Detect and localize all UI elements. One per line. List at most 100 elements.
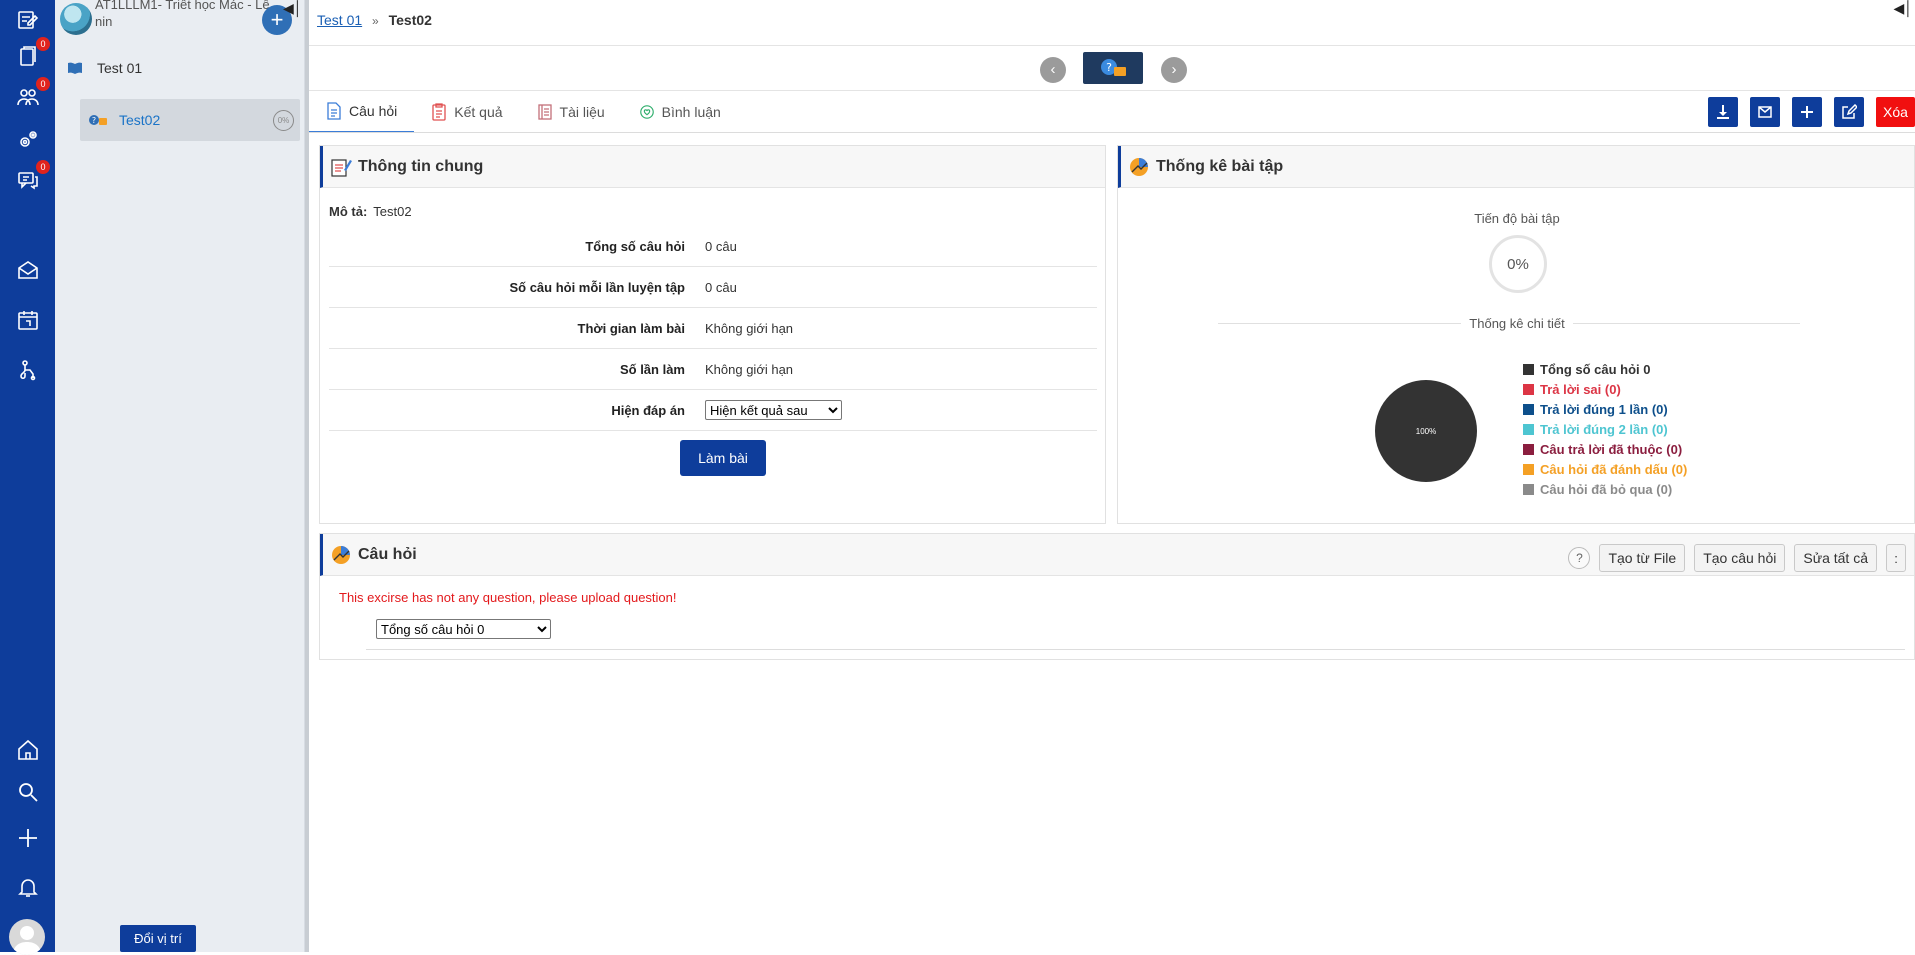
rail-exercises-button[interactable]: 0	[0, 37, 55, 77]
info-label: Thời gian làm bài	[577, 320, 685, 336]
create-question-button[interactable]: Tạo câu hỏi	[1694, 544, 1786, 572]
rail-settings-button[interactable]	[0, 120, 55, 160]
info-label: Hiện đáp án	[611, 402, 685, 418]
legend-item[interactable]: Câu hỏi đã đánh dấu (0)	[1523, 459, 1687, 479]
legend-label: Câu hỏi đã bỏ qua (0)	[1540, 481, 1673, 497]
book-icon	[537, 104, 552, 120]
mail-icon	[17, 261, 38, 279]
delete-button[interactable]: Xóa	[1876, 97, 1915, 127]
tab-label: Kết quả	[454, 104, 503, 120]
rail-medical-button[interactable]	[0, 350, 55, 390]
chat-icon	[17, 172, 38, 190]
rail-messages-button[interactable]: 0	[0, 160, 55, 200]
tab-label: Tài liệu	[559, 104, 605, 120]
show-answers-select[interactable]: Hiện kết quả sau	[705, 400, 842, 420]
user-avatar[interactable]	[9, 919, 45, 955]
edit-all-button[interactable]: Sửa tất cả	[1794, 544, 1877, 572]
more-options-button[interactable]: :	[1886, 544, 1906, 572]
expand-panel-icon[interactable]: ◀│	[1893, 0, 1913, 17]
legend-item[interactable]: Trả lời đúng 2 lần (0)	[1523, 419, 1687, 439]
tab-label: Bình luận	[661, 104, 721, 120]
icon-rail: 0 0 0	[0, 0, 55, 955]
create-from-file-button[interactable]: Tạo từ File	[1599, 544, 1686, 572]
collapse-sidebar-icon[interactable]: ◀│	[283, 0, 303, 16]
download-icon	[1717, 105, 1729, 119]
legend-swatch	[1523, 443, 1534, 455]
envelope-icon	[1758, 106, 1772, 118]
reorder-button[interactable]: Đổi vị trí	[120, 925, 196, 952]
legend-item[interactable]: Câu trả lời đã thuộc (0)	[1523, 439, 1687, 459]
course-header: AT1LLLM1- Triết học Mác - Lê nin + ◀│	[55, 0, 305, 38]
rail-notifications-button[interactable]	[0, 867, 55, 907]
general-info-panel: Thông tin chung Mô tả: Test02 Tổng số câu…	[319, 145, 1106, 524]
stats-legend: Tổng số câu hỏi 0 Trả lời sai (0) Trả lời …	[1523, 359, 1687, 499]
edit-icon	[1842, 104, 1857, 119]
tab-documents[interactable]: Tài liệu	[520, 91, 622, 133]
info-value: 0 câu	[705, 238, 737, 254]
course-title: AT1LLLM1- Triết học Mác - Lê nin	[95, 0, 270, 29]
comment-icon	[639, 105, 654, 119]
current-item-indicator[interactable]: ?	[1083, 52, 1143, 84]
tree-node-label: Test02	[119, 112, 161, 128]
search-icon	[18, 783, 38, 802]
legend-label: Trả lời đúng 2 lần (0)	[1540, 421, 1668, 437]
legend-label: Câu trả lời đã thuộc (0)	[1540, 441, 1683, 457]
info-value: Không giới hạn	[705, 361, 794, 377]
legend-swatch	[1523, 483, 1534, 495]
info-label: Tổng số câu hỏi	[585, 238, 685, 254]
document-icon	[327, 102, 341, 120]
questions-panel: Câu hỏi ? Tạo từ File Tạo câu hỏi Sửa tấ…	[319, 533, 1915, 660]
bell-icon	[17, 879, 38, 897]
users-icon	[16, 89, 39, 106]
start-exercise-button[interactable]: Làm bài	[680, 440, 766, 476]
legend-swatch	[1523, 463, 1534, 475]
question-filter-select[interactable]: Tổng số câu hỏi 0	[376, 619, 551, 639]
legend-label: Câu hỏi đã đánh dấu (0)	[1540, 461, 1688, 477]
node-progress-badge: 0%	[273, 110, 294, 131]
groups-badge: 0	[36, 77, 50, 91]
tab-questions[interactable]: Câu hỏi	[309, 91, 415, 133]
edit-button[interactable]	[1834, 97, 1864, 127]
tab-results[interactable]: Kết quả	[414, 91, 519, 133]
rail-calendar-button[interactable]	[0, 300, 55, 340]
tree-node-test02[interactable]: ? Test02 0%	[80, 99, 300, 141]
legend-item[interactable]: Trả lời sai (0)	[1523, 379, 1687, 399]
breadcrumb-separator: »	[372, 14, 379, 28]
breadcrumb-current: Test02	[388, 12, 432, 28]
rail-edit-button[interactable]	[0, 0, 55, 40]
progress-circle: 0%	[1489, 235, 1547, 293]
stethoscope-icon	[19, 360, 35, 381]
legend-item[interactable]: Trả lời đúng 1 lần (0)	[1523, 399, 1687, 419]
progress-label: Tiến độ bài tập	[1474, 211, 1560, 226]
rail-add-button[interactable]	[0, 818, 55, 858]
breadcrumb-parent-link[interactable]: Test 01	[317, 12, 362, 28]
previous-item-button[interactable]: ‹	[1040, 57, 1066, 83]
question-tools: ? Tạo từ File Tạo câu hỏi Sửa tất cả :	[1568, 544, 1906, 572]
info-row-attempts: Số lần làm Không giới hạn	[329, 349, 1097, 390]
email-button[interactable]	[1750, 97, 1780, 127]
panel-header: Thông tin chung	[320, 146, 1105, 188]
legend-item[interactable]: Câu hỏi đã bỏ qua (0)	[1523, 479, 1687, 499]
empty-questions-message: This excirse has not any question, pleas…	[339, 590, 677, 605]
exercises-badge: 0	[36, 37, 50, 51]
legend-item[interactable]: Tổng số câu hỏi 0	[1523, 359, 1687, 379]
rail-search-button[interactable]	[0, 772, 55, 812]
detail-stats-label: Thống kê chi tiết	[1118, 316, 1915, 331]
home-icon	[17, 739, 38, 760]
panel-title: Thống kê bài tập	[1156, 157, 1284, 175]
legend-swatch	[1523, 403, 1534, 415]
tab-comments[interactable]: Bình luận	[622, 91, 738, 133]
divider	[366, 649, 1905, 650]
add-button[interactable]	[1792, 97, 1822, 127]
quiz-icon: ?	[1101, 59, 1126, 76]
next-item-button[interactable]: ›	[1161, 57, 1187, 83]
main-content: Test 01 » Test02 ◀│ ‹ ? › Câu hỏi Kết qu…	[309, 0, 1915, 952]
rail-groups-button[interactable]: 0	[0, 77, 55, 117]
gears-icon	[19, 131, 37, 147]
description-label: Mô tả:	[329, 204, 368, 219]
tree-node-test01[interactable]: Test 01	[55, 48, 305, 88]
help-button[interactable]: ?	[1568, 547, 1591, 569]
download-button[interactable]	[1708, 97, 1738, 127]
rail-mail-button[interactable]	[0, 250, 55, 290]
rail-home-button[interactable]	[0, 730, 55, 770]
